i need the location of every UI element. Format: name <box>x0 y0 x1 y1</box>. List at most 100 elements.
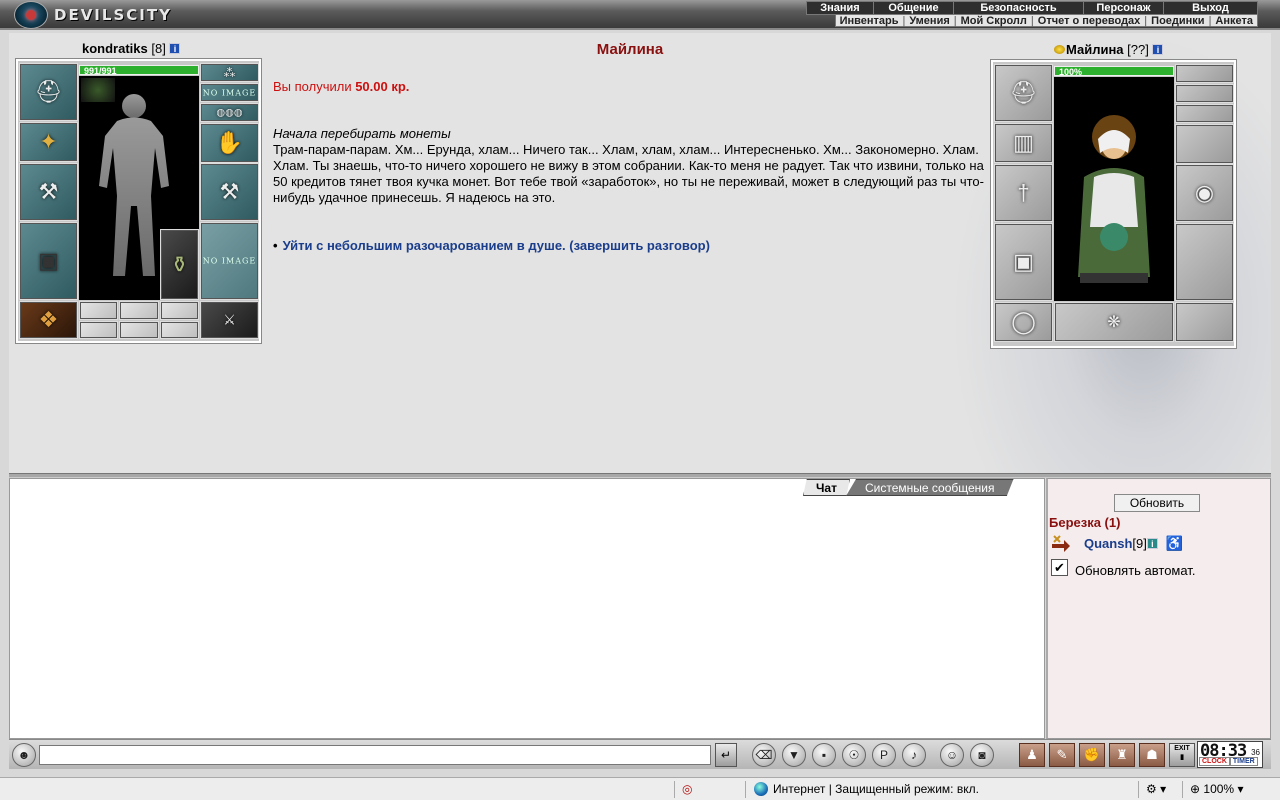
npc-rings-slot[interactable] <box>1175 104 1234 123</box>
submenu-profile[interactable]: Анкета <box>1211 15 1257 27</box>
zoom-control[interactable]: ⊕ 100% ▾ <box>1190 782 1243 796</box>
npc-earrings-slot[interactable] <box>1175 64 1234 83</box>
npc-gloves-slot[interactable] <box>1175 124 1234 164</box>
save-icon[interactable]: ▪ <box>812 743 836 767</box>
player-gloves-slot[interactable]: ✋ <box>200 123 259 163</box>
npc-amulet-slot[interactable] <box>1175 84 1234 103</box>
npc-name[interactable]: Майлина <box>1066 42 1124 57</box>
submenu-duels[interactable]: Поединки <box>1147 15 1208 27</box>
answer-link[interactable]: Уйти с небольшим разочарованием в душе. … <box>283 238 710 253</box>
armor-icon: ▣ <box>38 248 59 273</box>
eraser-icon[interactable]: ⌫ <box>752 743 776 767</box>
user-name[interactable]: Quansh <box>1084 536 1132 551</box>
player-weapon-slot[interactable]: ⚒ <box>19 163 78 221</box>
clock-label[interactable]: CLOCK <box>1199 757 1230 766</box>
axe-icon: ⚒ <box>38 179 59 204</box>
player-helmet-slot[interactable]: ⛑ <box>19 63 78 121</box>
player-rune-slot-3[interactable] <box>160 301 199 320</box>
no-image-label: NO IMAGE <box>202 256 257 266</box>
player-pet-slot[interactable]: ⚱ <box>160 229 199 300</box>
npc-cloak-slot[interactable]: ❋ <box>1054 302 1174 342</box>
player-name-line: kondratiks [8] i <box>82 41 181 56</box>
submenu-my-scroll[interactable]: Мой Скролл <box>957 15 1031 27</box>
menu-knowledge[interactable]: Знания <box>807 2 873 14</box>
room-name: Березка (1) <box>1049 515 1121 530</box>
camera-icon[interactable]: ◙ <box>970 743 994 767</box>
npc-helmet-slot[interactable]: ⛑ <box>994 64 1053 122</box>
npc-hp-bar: 100% <box>1054 66 1174 77</box>
player-info-icon[interactable]: i <box>169 43 181 54</box>
private-message-icon[interactable] <box>1050 534 1072 552</box>
npc-belt-slot[interactable]: ◯ <box>994 302 1053 342</box>
player-amulet-slot[interactable]: NO IMAGE <box>200 83 259 102</box>
player-name[interactable]: kondratiks <box>82 41 148 56</box>
player-rings-slot[interactable]: ◍◍◍ <box>200 103 259 122</box>
runner-icon[interactable]: ☉ <box>842 743 866 767</box>
scroll-icon[interactable]: ✎ <box>1049 743 1075 767</box>
smile-icon[interactable]: ☺ <box>940 743 964 767</box>
player-rune-slot-6[interactable] <box>160 321 199 339</box>
sound-icon[interactable]: ♪ <box>902 743 926 767</box>
exit-button[interactable]: EXIT ▮ <box>1169 743 1195 767</box>
bag-icon[interactable]: ♟ <box>1019 743 1045 767</box>
privacy-icon[interactable]: ◎ <box>682 782 692 796</box>
player-belt-slot[interactable]: ❖ <box>19 301 78 339</box>
armor-toolbar-icon[interactable]: ♜ <box>1109 743 1135 767</box>
sword-icon: † <box>1017 180 1030 205</box>
tab-system-messages[interactable]: Системные сообщения <box>845 479 1014 496</box>
money-received: Вы получили 50.00 кр. <box>273 79 410 94</box>
menu-security[interactable]: Безопасность <box>953 2 1083 14</box>
npc-bracers-slot[interactable]: ▥ <box>994 123 1053 163</box>
add-friend-icon[interactable]: ♿ <box>1166 535 1183 552</box>
player-rune-slot-4[interactable] <box>79 321 118 339</box>
npc-boots-slot[interactable] <box>1175 302 1234 342</box>
player-rune-slot-1[interactable] <box>79 301 118 320</box>
chat-input[interactable] <box>39 745 711 765</box>
lock-icon[interactable]: ☗ <box>1139 743 1165 767</box>
npc-info-icon[interactable]: i <box>1152 44 1164 55</box>
npc-weapon-slot[interactable]: † <box>994 164 1053 222</box>
player-hp-bar: 991/991 <box>79 65 199 76</box>
send-button[interactable]: ↵ <box>715 743 737 767</box>
fight-icon[interactable]: ✊ <box>1079 743 1105 767</box>
timer-label[interactable]: TIMER <box>1229 757 1258 766</box>
menu-exit[interactable]: Выход <box>1163 2 1257 14</box>
player-earrings-slot[interactable]: ⁂ <box>200 63 259 82</box>
pl-icon[interactable]: P <box>872 743 896 767</box>
player-offhand-slot[interactable]: ⚒ <box>200 163 259 221</box>
earrings-icon: ⁂ <box>223 65 236 80</box>
submenu-inventory[interactable]: Инвентарь <box>836 15 903 27</box>
refresh-button[interactable]: Обновить <box>1114 494 1200 512</box>
npc-leggings-slot[interactable] <box>1175 223 1234 301</box>
player-rune-slot-5[interactable] <box>119 321 159 339</box>
npc-equipment-panel: ⛑ ▥ † ▣ ◯ 100% ◉ ❋ <box>990 59 1237 349</box>
chat-area[interactable] <box>9 478 1045 739</box>
npc-portrait <box>1054 77 1174 301</box>
submenu-transfer-report[interactable]: Отчет о переводах <box>1034 15 1145 27</box>
player-bracers-slot[interactable]: ✦ <box>19 122 78 162</box>
tab-chat[interactable]: Чат <box>803 479 850 496</box>
sub-menu: Инвентарь | Умения | Мой Скролл | Отчет о п… <box>834 14 1258 27</box>
menu-character[interactable]: Персонаж <box>1083 2 1163 14</box>
npc-armor-slot[interactable]: ▣ <box>994 223 1053 301</box>
player-level: [8] <box>151 41 166 56</box>
player-boots-slot[interactable]: ⚔ <box>200 301 259 339</box>
protected-mode-icon[interactable]: ⚙ ▾ <box>1146 782 1166 796</box>
player-armor-slot[interactable]: ▣ <box>19 222 78 300</box>
npc-shield-slot[interactable]: ◉ <box>1175 164 1234 222</box>
submenu-skills[interactable]: Умения <box>905 15 953 27</box>
npc-name-line: Майлина [??] i <box>1054 42 1164 57</box>
player-rune-slot-2[interactable] <box>119 301 159 320</box>
user-info-icon[interactable]: i <box>1146 537 1158 549</box>
logo[interactable]: DEVILSCITY <box>14 1 172 29</box>
player-leggings-slot[interactable]: NO IMAGE <box>200 222 259 300</box>
auto-refresh-checkbox[interactable]: ✔ <box>1051 559 1068 576</box>
filter-icon[interactable]: ▼ <box>782 743 806 767</box>
menu-communication[interactable]: Общение <box>873 2 953 14</box>
dialog-answer-option: • Уйти с небольшим разочарованием в душе.… <box>273 238 710 253</box>
clock-widget[interactable]: 08:33 36 CLOCK TIMER <box>1197 741 1263 768</box>
smiley-head-icon[interactable]: ☻ <box>12 743 36 767</box>
pet-icon[interactable] <box>81 78 115 102</box>
helmet-icon: ⛑ <box>1009 80 1038 105</box>
player-equipment-panel: ⛑ ✦ ⚒ ▣ ❖ 991/991 ⚱ ⁂ NO IMAGE ◍◍◍ ✋ ⚒ N… <box>15 58 262 344</box>
